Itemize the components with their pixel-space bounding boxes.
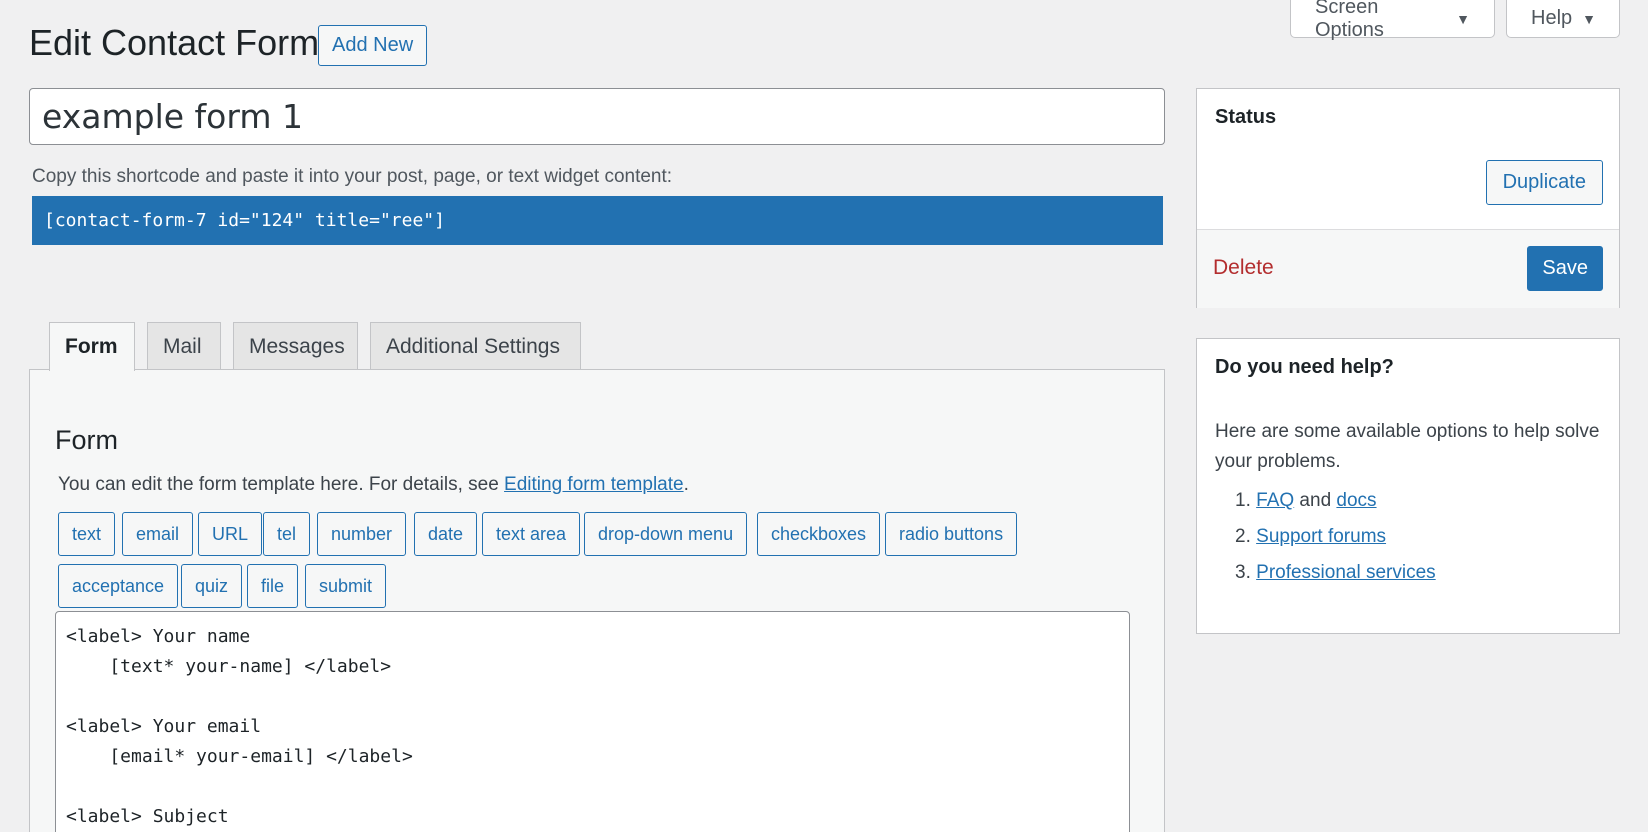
help-item-support-forums: 2. Support forums <box>1235 519 1436 555</box>
list-number: 3. <box>1235 562 1251 583</box>
tag-button-drop-down-menu[interactable]: drop-down menu <box>584 512 748 556</box>
tab-mail[interactable]: Mail <box>147 322 221 370</box>
help-button[interactable]: Help ▼ <box>1506 0 1620 38</box>
tag-button-checkboxes[interactable]: checkboxes <box>757 512 881 556</box>
help-item-faq-docs: 1. FAQ and docs <box>1235 483 1436 519</box>
form-description: You can edit the form template here. For… <box>58 474 689 496</box>
docs-link[interactable]: docs <box>1336 490 1376 511</box>
tag-button-text-area[interactable]: text area <box>482 512 581 556</box>
professional-services-link[interactable]: Professional services <box>1256 562 1436 583</box>
status-title: Status <box>1215 106 1277 128</box>
form-description-suffix: . <box>683 474 689 495</box>
tab-additional-settings[interactable]: Additional Settings <box>370 322 581 370</box>
tag-button-email[interactable]: email <box>122 512 194 556</box>
status-actions: Delete Save <box>1197 229 1619 308</box>
tag-button-file[interactable]: file <box>247 564 299 608</box>
page-title: Edit Contact Form <box>29 22 320 63</box>
duplicate-button[interactable]: Duplicate <box>1485 160 1603 205</box>
screen-options-label: Screen Options <box>1315 0 1384 41</box>
help-item-connector: and <box>1294 490 1337 511</box>
add-new-button[interactable]: Add New <box>318 25 428 66</box>
caret-down-icon: ▼ <box>1582 10 1596 27</box>
caret-down-icon: ▼ <box>1456 10 1470 27</box>
form-template-editor[interactable]: <label> Your name [text* your-name] </la… <box>55 611 1130 832</box>
tag-button-url[interactable]: URL <box>198 512 263 556</box>
tag-button-submit[interactable]: submit <box>305 564 387 608</box>
status-box: Status Duplicate Delete Save <box>1196 88 1620 308</box>
edit-contact-form-page: Screen Options ▼ Help ▼ Edit Contact For… <box>0 0 1648 832</box>
help-label: Help <box>1531 7 1573 29</box>
tag-button-text[interactable]: text <box>58 512 116 556</box>
help-text: Here are some available options to help … <box>1215 421 1600 472</box>
help-box: Do you need help? Here are some availabl… <box>1196 338 1620 634</box>
form-description-text: You can edit the form template here. For… <box>58 474 505 495</box>
shortcode-field[interactable]: [contact-form-7 id="124" title="ree"] <box>32 196 1163 245</box>
save-button[interactable]: Save <box>1527 246 1603 291</box>
tag-button-acceptance[interactable]: acceptance <box>58 564 179 608</box>
tab-messages[interactable]: Messages <box>233 322 358 370</box>
form-title-input[interactable] <box>29 88 1165 145</box>
tab-form[interactable]: Form <box>49 322 135 371</box>
tag-button-radio-buttons[interactable]: radio buttons <box>885 512 1018 556</box>
help-item-professional-services: 3. Professional services <box>1235 555 1436 591</box>
tag-button-number[interactable]: number <box>317 512 407 556</box>
editing-form-template-link[interactable]: Editing form template <box>504 474 684 495</box>
support-forums-link[interactable]: Support forums <box>1256 526 1386 547</box>
shortcode-hint: Copy this shortcode and paste it into yo… <box>32 166 673 187</box>
screen-options-button[interactable]: Screen Options ▼ <box>1290 0 1495 41</box>
tag-button-quiz[interactable]: quiz <box>181 564 243 608</box>
form-panel: Form You can edit the form template here… <box>29 369 1165 832</box>
list-number: 2. <box>1235 526 1251 547</box>
help-title: Do you need help? <box>1215 356 1394 378</box>
faq-link[interactable]: FAQ <box>1256 490 1294 511</box>
delete-link[interactable]: Delete <box>1213 256 1274 280</box>
help-list: 1. FAQ and docs 2. Support forums 3. Pro… <box>1235 483 1436 591</box>
tag-button-date[interactable]: date <box>414 512 478 556</box>
tag-button-tel[interactable]: tel <box>263 512 311 556</box>
list-number: 1. <box>1235 490 1251 511</box>
form-heading: Form <box>55 425 118 455</box>
